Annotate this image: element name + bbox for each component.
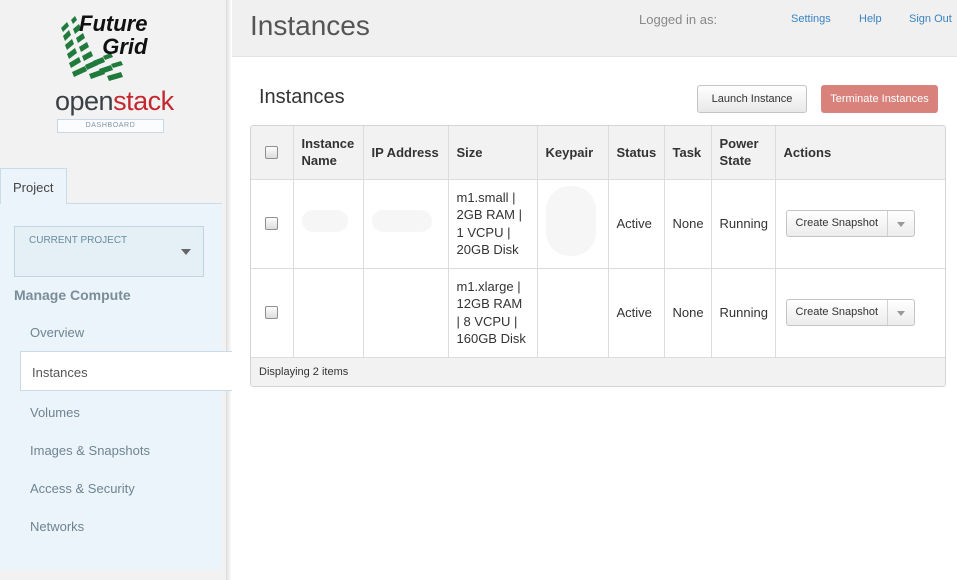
status-cell: Active xyxy=(608,268,665,358)
row-checkbox[interactable] xyxy=(265,306,278,319)
col-power-state[interactable]: Power State xyxy=(711,126,776,180)
logo-line-future: Future xyxy=(79,11,148,36)
redacted-keypair xyxy=(545,186,596,257)
select-all-checkbox[interactable] xyxy=(265,145,278,159)
create-snapshot-button[interactable]: Create Snapshot xyxy=(787,300,889,325)
power-state-cell: Running xyxy=(711,179,776,269)
keypair-cell xyxy=(537,179,609,269)
openstack-wordmark-stack: stack xyxy=(113,86,174,116)
sidebar-panel: CURRENT PROJECT Manage Compute Overview … xyxy=(0,203,232,570)
create-snapshot-button-group: Create Snapshot xyxy=(785,299,916,326)
sidebar-item-images-snapshots[interactable]: Images & Snapshots xyxy=(30,443,150,458)
actions-cell: Create Snapshot xyxy=(775,179,945,269)
instance-name-cell[interactable] xyxy=(293,268,364,358)
size-cell: m1.small | 2GB RAM | 1 VCPU | 20GB Disk xyxy=(448,179,538,269)
table-row: m1.xlarge | 12GB RAM | 8 VCPU | 160GB Di… xyxy=(251,268,945,358)
logged-in-label: Logged in as: xyxy=(639,12,718,27)
sidebar-item-overview[interactable]: Overview xyxy=(30,325,84,340)
openstack-wordmark-open: open xyxy=(55,86,114,116)
current-project-label: CURRENT PROJECT xyxy=(29,235,128,246)
instance-name-cell[interactable] xyxy=(293,179,364,269)
select-all-cell xyxy=(251,126,294,180)
settings-link[interactable]: Settings xyxy=(791,13,831,25)
create-snapshot-button-group: Create Snapshot xyxy=(785,210,916,237)
sidebar-item-volumes[interactable]: Volumes xyxy=(30,405,80,420)
sidebar-item-instances[interactable]: Instances xyxy=(20,351,232,391)
actions-dropdown-toggle[interactable] xyxy=(888,300,914,325)
page-title: Instances xyxy=(250,10,370,41)
page-header: Instances Logged in as: Settings Help Si… xyxy=(232,0,957,57)
size-cell: m1.xlarge | 12GB RAM | 8 VCPU | 160GB Di… xyxy=(448,268,538,358)
dashboard-label: DASHBOARD xyxy=(57,119,164,133)
table-row: m1.small | 2GB RAM | 1 VCPU | 20GB Disk … xyxy=(251,179,945,269)
keypair-cell xyxy=(537,268,609,358)
sidebar-item-networks[interactable]: Networks xyxy=(30,519,84,534)
ip-address-cell xyxy=(363,268,449,358)
col-actions: Actions xyxy=(775,126,945,180)
sidebar: Future Grid openstack DASHBOARD Project … xyxy=(0,0,232,580)
col-status[interactable]: Status xyxy=(608,126,665,180)
instances-section-title: Instances xyxy=(259,86,345,108)
col-task[interactable]: Task xyxy=(664,126,712,180)
task-cell: None xyxy=(664,268,712,358)
col-ip-address[interactable]: IP Address xyxy=(363,126,449,180)
row-checkbox[interactable] xyxy=(265,217,278,230)
col-keypair[interactable]: Keypair xyxy=(537,126,609,180)
instances-table: Instance Name IP Address Size Keypair St… xyxy=(250,125,946,387)
actions-dropdown-toggle[interactable] xyxy=(888,211,914,236)
table-footer-row: Displaying 2 items xyxy=(251,357,945,386)
col-instance-name[interactable]: Instance Name xyxy=(293,126,364,180)
futuregrid-openstack-logo[interactable]: Future Grid openstack DASHBOARD xyxy=(55,12,174,136)
redacted-instance-name xyxy=(301,210,348,233)
tab-project[interactable]: Project xyxy=(0,168,67,204)
chevron-down-icon xyxy=(181,249,191,255)
item-count: Displaying 2 items xyxy=(251,357,945,386)
create-snapshot-button[interactable]: Create Snapshot xyxy=(787,211,889,236)
futuregrid-wordmark: Future Grid xyxy=(79,12,147,58)
manage-compute-heading: Manage Compute xyxy=(14,287,131,303)
power-state-cell: Running xyxy=(711,268,776,358)
sign-out-link[interactable]: Sign Out xyxy=(909,13,952,25)
current-project-select[interactable]: CURRENT PROJECT xyxy=(14,226,204,277)
task-cell: None xyxy=(664,179,712,269)
table-header-row: Instance Name IP Address Size Keypair St… xyxy=(251,126,945,180)
actions-cell: Create Snapshot xyxy=(775,268,945,358)
col-size[interactable]: Size xyxy=(448,126,538,180)
openstack-wordmark: openstack xyxy=(55,86,174,117)
launch-instance-button[interactable]: Launch Instance xyxy=(697,85,807,113)
ip-address-cell xyxy=(363,179,449,269)
status-cell: Active xyxy=(608,179,665,269)
terminate-instances-button[interactable]: Terminate Instances xyxy=(821,85,938,113)
logo-line-grid: Grid xyxy=(102,34,148,59)
help-link[interactable]: Help xyxy=(859,13,882,25)
sidebar-item-access-security[interactable]: Access & Security xyxy=(30,481,135,496)
redacted-ip-address xyxy=(371,210,432,233)
